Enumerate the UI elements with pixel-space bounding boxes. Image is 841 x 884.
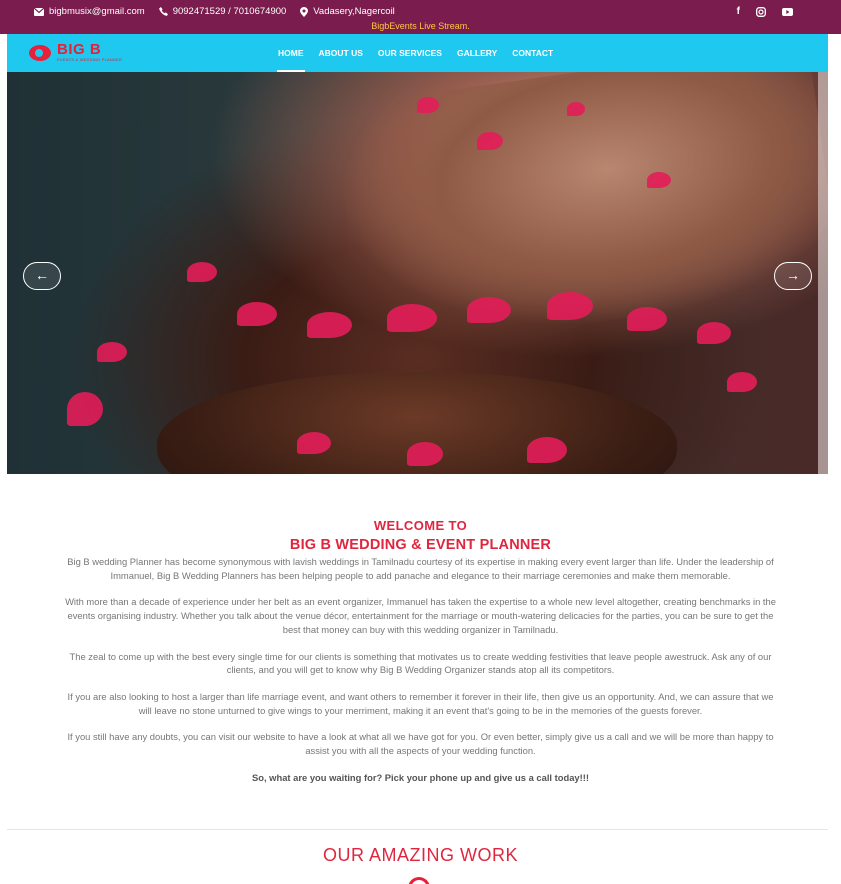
email-item[interactable]: bigbmusix@gmail.com — [34, 6, 145, 17]
nav-home[interactable]: HOME — [277, 34, 305, 72]
petal — [97, 342, 127, 362]
envelope-icon — [34, 7, 44, 16]
host-paragraph: If you are also looking to host a larger… — [67, 690, 774, 716]
petal — [547, 292, 593, 320]
petal — [407, 442, 443, 466]
petal — [627, 307, 667, 331]
live-stream-link[interactable]: BigbEvents Live Stream. — [0, 21, 841, 31]
doubts-paragraph: If you still have any doubts, you can vi… — [67, 731, 774, 757]
youtube-icon[interactable] — [782, 7, 793, 16]
welcome-heading: WELCOME TO — [373, 518, 468, 533]
welcome-section: WELCOME TO BIG B WEDDING & EVENT PLANNER… — [60, 518, 781, 784]
work-section-title: OUR AMAZING WORK — [322, 845, 518, 865]
next-slide-peek — [818, 72, 828, 474]
hero-slider: ← → — [7, 72, 828, 474]
petal — [67, 392, 103, 426]
location-text: Vadasery,Nagercoil — [313, 6, 395, 17]
logo-mark-icon — [29, 44, 51, 61]
contact-info: bigbmusix@gmail.com 9092471529 / 7010674… — [34, 6, 395, 17]
main-navbar: BIG B EVENTS & WEDDING PLANNER HOME ABOU… — [7, 34, 828, 72]
petal — [297, 432, 331, 454]
top-bar: bigbmusix@gmail.com 9092471529 / 7010674… — [0, 0, 841, 34]
intro-paragraph: Big B wedding Planner has become synonym… — [67, 556, 774, 581]
nav-contact[interactable]: CONTACT — [511, 34, 554, 72]
phone-text: 9092471529 / 7010674900 — [172, 6, 287, 17]
slider-prev-button[interactable]: ← — [23, 262, 61, 290]
logo-text: BIG B — [57, 41, 102, 58]
petal — [727, 372, 757, 392]
nav-our-services[interactable]: OUR SERVICES — [377, 34, 443, 72]
nav-gallery[interactable]: GALLERY — [456, 34, 498, 72]
facebook-icon[interactable]: f — [737, 6, 740, 17]
email-text: bigbmusix@gmail.com — [49, 6, 145, 17]
zeal-paragraph: The zeal to come up with the best every … — [69, 650, 772, 676]
section-divider — [7, 829, 828, 830]
experience-paragraph: With more than a decade of experience un… — [65, 596, 776, 635]
petal — [567, 102, 585, 116]
petal — [187, 262, 217, 282]
slider-next-button[interactable]: → — [774, 262, 812, 290]
petal — [527, 437, 567, 463]
petal — [237, 302, 277, 326]
petal — [387, 304, 437, 332]
nav-about-us[interactable]: ABOUT US — [318, 34, 364, 72]
petal — [697, 322, 731, 344]
petal — [647, 172, 671, 188]
phone-item[interactable]: 9092471529 / 7010674900 — [158, 6, 287, 17]
nav-menu: HOME ABOUT US OUR SERVICES GALLERY CONTA… — [277, 34, 554, 72]
work-logo-icon — [408, 877, 430, 884]
logo-tagline: EVENTS & WEDDING PLANNER — [57, 57, 123, 62]
social-links: f — [737, 6, 793, 17]
petal — [307, 312, 352, 338]
company-heading: BIG B WEDDING & EVENT PLANNER — [289, 537, 552, 553]
instagram-icon[interactable] — [756, 6, 766, 17]
location-item: Vadasery,Nagercoil — [300, 6, 395, 17]
petal — [417, 97, 439, 113]
petal — [467, 297, 511, 323]
call-to-action: So, what are you waiting for? Pick your … — [251, 771, 590, 783]
petal — [477, 132, 503, 150]
site-logo[interactable]: BIG B EVENTS & WEDDING PLANNER — [29, 41, 123, 62]
map-pin-icon — [300, 6, 309, 17]
phone-icon — [158, 7, 168, 16]
